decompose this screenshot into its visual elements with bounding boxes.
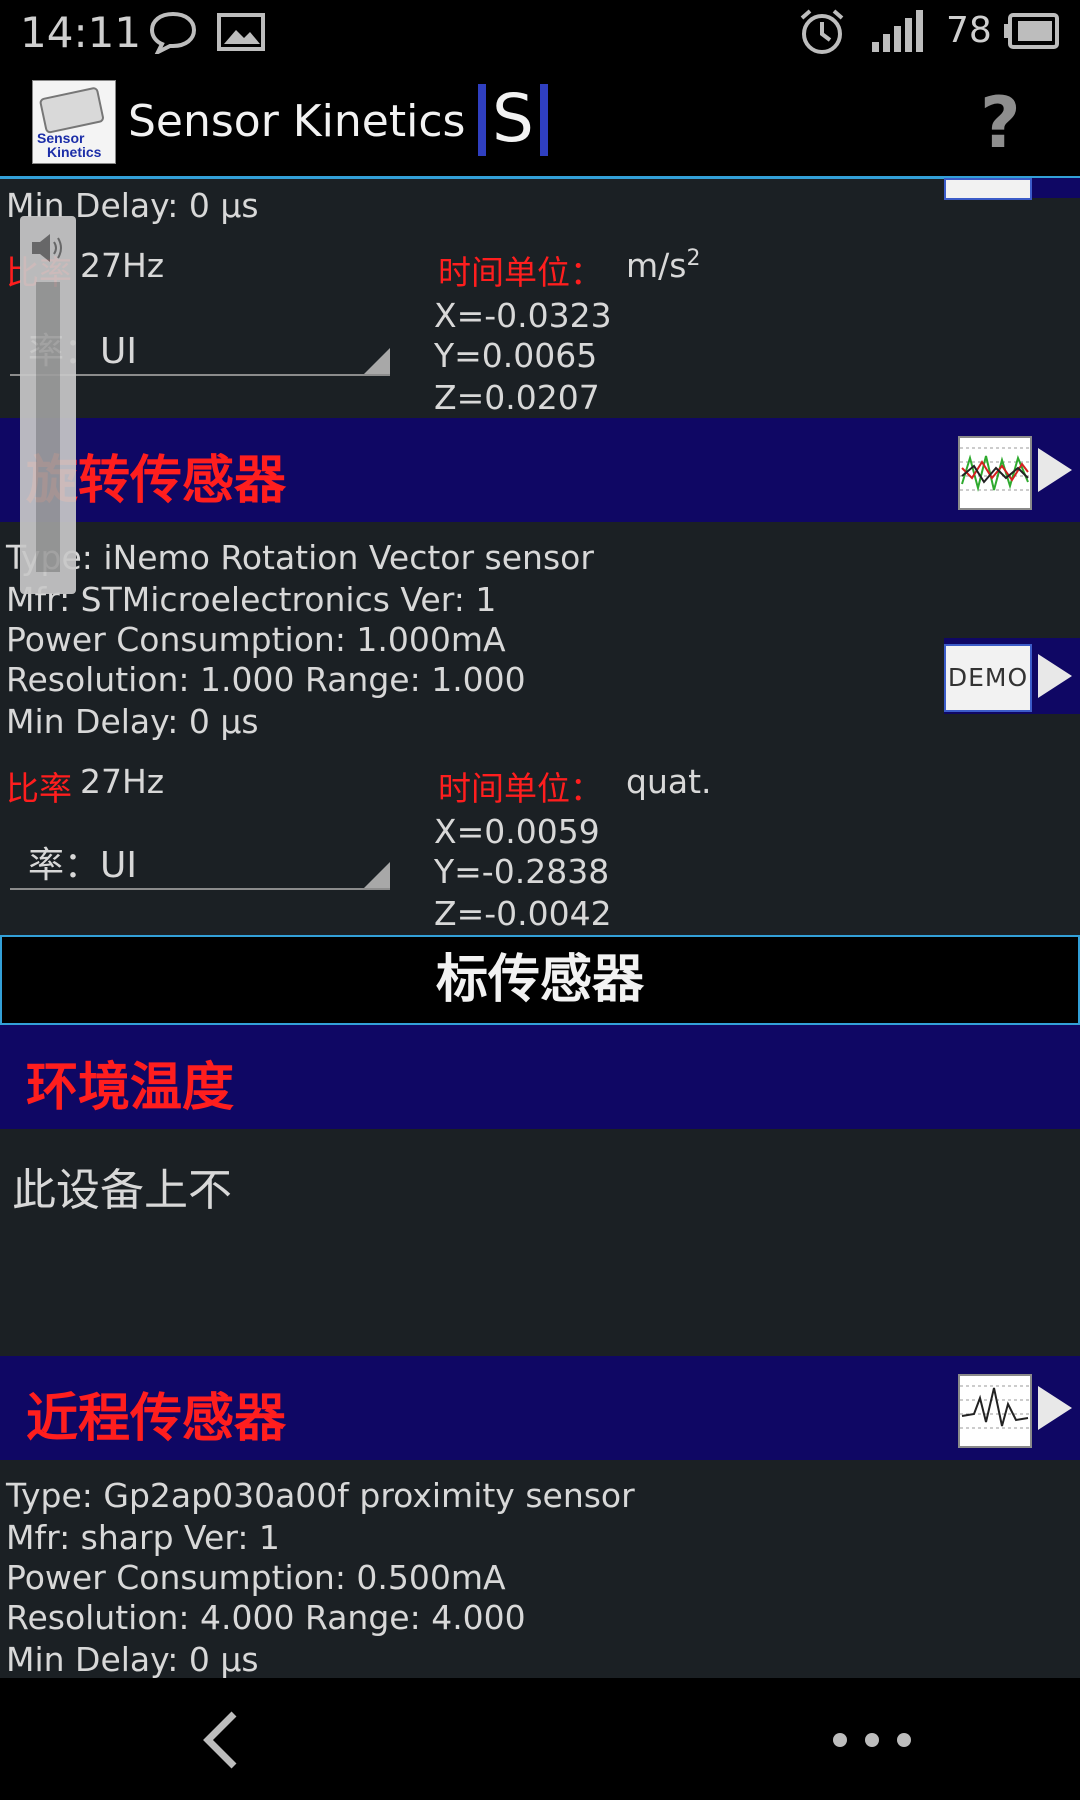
logo-text-2: Kinetics [47, 144, 102, 160]
proximity-resolution: Resolution: 4.000 Range: 4.000 [6, 1598, 526, 1637]
chat-icon [149, 11, 197, 54]
rotation-rate-label: 比率 [6, 769, 72, 808]
volume-slider[interactable] [20, 216, 76, 594]
signal-icon [872, 10, 923, 52]
demo-button[interactable]: DEMO [944, 644, 1032, 712]
proximity-mfr: Mfr: sharp Ver: 1 [6, 1518, 280, 1557]
accel-x: X=-0.0323 [434, 296, 612, 335]
app-title: Sensor Kinetics [128, 96, 466, 147]
status-time: 14:11 [20, 8, 142, 57]
demo-button-partial[interactable] [944, 178, 1032, 200]
volume-track[interactable] [36, 282, 60, 572]
rotation-mfr: Mfr: STMicroelectronics Ver: 1 [6, 580, 497, 619]
proximity-type: Type: Gp2ap030a00f proximity sensor [6, 1476, 635, 1515]
app-bar: Sensor Kinetics Sensor Kinetics S ? [0, 62, 1080, 179]
rotation-type: Type: iNemo Rotation Vector sensor [6, 538, 594, 577]
graph-icon[interactable] [958, 436, 1032, 510]
speaker-icon [32, 234, 62, 262]
rotation-mode-spinner[interactable]: 率：UI [10, 836, 390, 890]
navigation-bar [0, 1678, 1080, 1800]
graph-icon[interactable] [958, 1374, 1032, 1448]
rotation-power: Power Consumption: 1.000mA [6, 620, 506, 659]
ambient-header[interactable]: 环境温度 [0, 1025, 1080, 1129]
help-button[interactable]: ? [980, 82, 1021, 164]
alarm-icon [800, 9, 844, 54]
s-badge[interactable]: S [478, 80, 548, 157]
section-title: 标传感器 [435, 950, 644, 1010]
accel-unit-value: m/s2 [626, 246, 701, 285]
battery-icon [1004, 13, 1059, 49]
accel-unit-label: 时间单位： [438, 253, 603, 292]
rotation-z: Z=-0.0042 [434, 894, 612, 933]
accel-unit-superscript: 2 [686, 246, 701, 271]
rotation-mode-value: 率：UI [28, 845, 137, 886]
app-logo[interactable]: Sensor Kinetics [32, 80, 116, 164]
ambient-message: 此设备上不 [12, 1165, 232, 1216]
ambient-title: 环境温度 [26, 1058, 235, 1118]
spinner-arrow-icon [364, 348, 390, 374]
rotation-y: Y=-0.2838 [434, 852, 610, 891]
image-icon [217, 13, 265, 51]
rotation-min-delay: Min Delay: 0 µs [6, 702, 259, 741]
spinner-arrow-icon [364, 862, 390, 888]
rotation-header[interactable]: 旋转传感器 [0, 418, 1080, 522]
accel-z: Z=0.0207 [434, 378, 600, 417]
rotation-unit-value: quat. [626, 762, 712, 801]
rotation-x: X=0.0059 [434, 812, 600, 851]
accel-y: Y=0.0065 [434, 336, 598, 375]
accel-rate-value: 27Hz [80, 246, 165, 285]
proximity-power: Power Consumption: 0.500mA [6, 1558, 506, 1597]
proximity-min-delay: Min Delay: 0 µs [6, 1640, 259, 1679]
s-badge-label: S [492, 80, 534, 157]
section-header: 标传感器 [0, 935, 1080, 1025]
more-icon[interactable] [828, 1728, 918, 1752]
expand-arrow-icon[interactable] [1038, 448, 1072, 492]
rotation-rate-value: 27Hz [80, 762, 165, 801]
demo-play-icon[interactable] [1038, 654, 1072, 698]
proximity-header[interactable]: 近程传感器 [0, 1356, 1080, 1460]
back-icon[interactable] [196, 1710, 246, 1770]
proximity-title: 近程传感器 [26, 1389, 287, 1449]
battery-percent: 78 [946, 10, 992, 51]
status-bar: 14:11 78 [0, 0, 1080, 62]
rotation-resolution: Resolution: 1.000 Range: 1.000 [6, 660, 526, 699]
rotation-unit-label: 时间单位： [438, 769, 603, 808]
expand-arrow-icon[interactable] [1038, 1386, 1072, 1430]
